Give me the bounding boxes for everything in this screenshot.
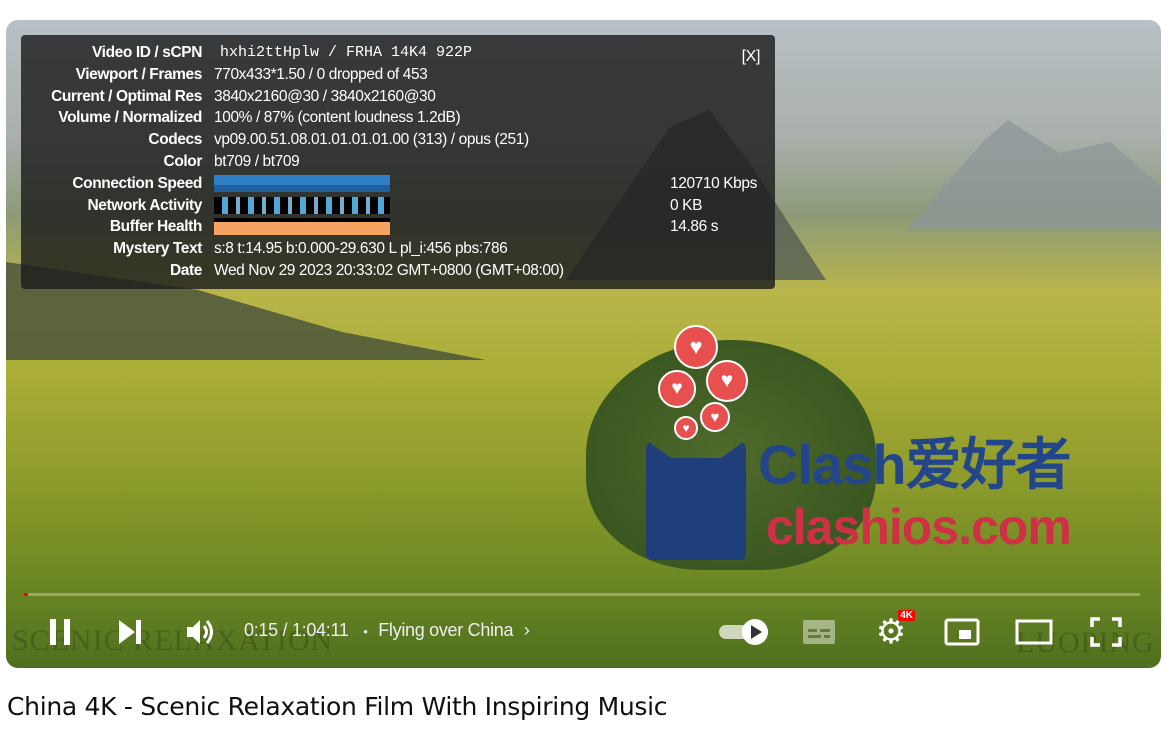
stats-row: Current / Optimal Res 3840x2160@30 / 3840… bbox=[21, 86, 775, 108]
mountain bbox=[906, 120, 1161, 230]
fullscreen-icon bbox=[1090, 617, 1122, 647]
stats-label: Network Activity bbox=[87, 196, 203, 214]
volume-icon bbox=[187, 620, 213, 644]
miniplayer-icon bbox=[944, 618, 980, 646]
settings-button[interactable]: ⚙ 4K bbox=[871, 610, 915, 650]
heart-icon: ♥ bbox=[674, 416, 698, 440]
stats-row: Mystery Text s:8 t:14.95 b:0.000-29.630 L… bbox=[21, 238, 775, 260]
stats-row: Color bt709 / bt709 bbox=[21, 151, 775, 173]
stats-value: s:8 t:14.95 b:0.000-29.630 L pl_i:456 pb… bbox=[214, 240, 508, 258]
stats-label: Codecs bbox=[148, 131, 202, 149]
stats-row: Buffer Health 14.86 s bbox=[21, 216, 775, 238]
heart-icon: ♥ bbox=[706, 360, 748, 402]
time-text: 0:15 / 1:04:11 bbox=[244, 620, 349, 640]
stats-row: Network Activity 0 KB bbox=[21, 195, 775, 217]
stats-value: 100% / 87% (content loudness 1.2dB) bbox=[214, 109, 461, 127]
separator: • bbox=[363, 624, 368, 639]
stats-label: Date bbox=[170, 262, 202, 279]
stats-row: Video ID / sCPN hxhi2ttHplw / FRHA 14K4 9… bbox=[21, 42, 775, 64]
pause-button[interactable] bbox=[40, 614, 80, 650]
autoplay-icon bbox=[719, 619, 768, 645]
stats-value: Wed Nov 29 2023 20:33:02 GMT+0800 (GMT+0… bbox=[214, 262, 564, 279]
stats-value: bt709 / bt709 bbox=[214, 153, 300, 170]
subtitles-button[interactable] bbox=[799, 614, 839, 650]
stats-row: Volume / Normalized 100% / 87% (content l… bbox=[21, 107, 775, 129]
heart-icon: ♥ bbox=[700, 402, 730, 432]
stats-label: Current / Optimal Res bbox=[51, 87, 202, 105]
autoplay-toggle[interactable] bbox=[714, 614, 774, 650]
stats-graph bbox=[214, 174, 390, 192]
stats-label: Connection Speed bbox=[72, 174, 202, 192]
stats-for-nerds-panel: [X] Video ID / sCPN hxhi2ttHplw / FRHA 14… bbox=[21, 35, 775, 289]
logo-text: Clash爱好者 bbox=[758, 433, 1071, 496]
stats-row: Viewport / Frames 770x433*1.50 / 0 droppe… bbox=[21, 64, 775, 86]
next-button[interactable] bbox=[110, 614, 150, 650]
stats-row: Codecs vp09.00.51.08.01.01.01.01.00 (313)… bbox=[21, 129, 775, 151]
stats-value: 0 KB bbox=[670, 196, 703, 214]
stats-value: 3840x2160@30 / 3840x2160@30 bbox=[214, 87, 436, 105]
stats-value: 120710 Kbps bbox=[670, 174, 757, 192]
heart-icon: ♥ bbox=[674, 325, 718, 369]
time-display: 0:15 / 1:04:11 • Flying over China › bbox=[244, 620, 530, 641]
theater-mode-button[interactable] bbox=[1014, 614, 1054, 650]
cat-icon bbox=[646, 440, 746, 560]
stats-value: 770x433*1.50 / 0 dropped of 453 bbox=[214, 65, 428, 83]
theater-icon bbox=[1015, 619, 1053, 645]
progress-bar[interactable] bbox=[24, 593, 1140, 596]
next-icon bbox=[119, 620, 141, 644]
quality-badge: 4K bbox=[898, 610, 915, 621]
stats-label: Volume / Normalized bbox=[58, 109, 202, 127]
stats-row: Connection Speed 120710 Kbps bbox=[21, 173, 775, 195]
heart-icon: ♥ bbox=[658, 370, 696, 408]
subtitles-icon bbox=[803, 620, 835, 644]
fullscreen-button[interactable] bbox=[1086, 614, 1126, 650]
stats-label: Buffer Health bbox=[109, 218, 203, 236]
stats-graph bbox=[214, 196, 390, 214]
stats-label: Viewport / Frames bbox=[75, 65, 203, 83]
stats-row: Date Wed Nov 29 2023 20:33:02 GMT+0800 (G… bbox=[21, 260, 775, 282]
stats-label: Mystery Text bbox=[113, 240, 202, 258]
stats-label: Video ID / sCPN bbox=[92, 44, 202, 61]
logo-url: clashios.com bbox=[766, 499, 1072, 555]
chevron-right-icon[interactable]: › bbox=[524, 620, 530, 640]
stats-value: 14.86 s bbox=[670, 218, 719, 236]
stats-value: vp09.00.51.08.01.01.01.01.00 (313) / opu… bbox=[214, 131, 529, 149]
stats-graph bbox=[214, 218, 390, 236]
progress-fill bbox=[24, 593, 29, 596]
video-title: China 4K - Scenic Relaxation Film With I… bbox=[7, 692, 668, 721]
chapter-title[interactable]: Flying over China bbox=[378, 620, 513, 640]
stats-label: Color bbox=[163, 153, 203, 170]
miniplayer-button[interactable] bbox=[942, 614, 982, 650]
video-player[interactable]: ♥ ♥ ♥ ♥ ♥ Clash爱好者 clashios.com [X] Vide… bbox=[6, 20, 1161, 668]
pause-icon bbox=[50, 619, 70, 645]
mute-button[interactable] bbox=[180, 614, 220, 650]
stats-value: hxhi2ttHplw / FRHA 14K4 922P bbox=[220, 44, 473, 61]
